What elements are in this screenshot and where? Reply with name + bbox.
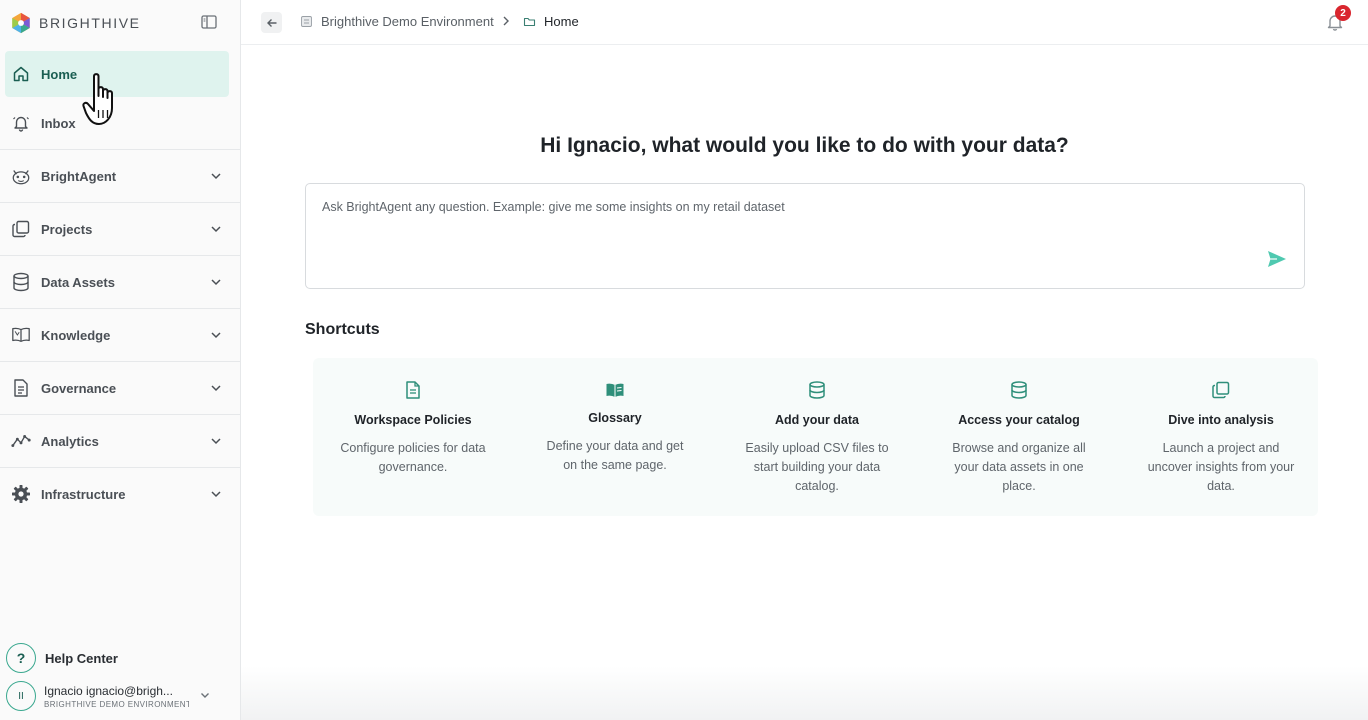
sidebar-item-label: Infrastructure xyxy=(41,486,126,502)
sidebar-divider xyxy=(0,255,240,256)
back-button[interactable] xyxy=(261,12,282,33)
chevron-down-icon xyxy=(211,226,221,233)
gear-icon xyxy=(11,484,31,504)
notification-count-badge: 2 xyxy=(1335,5,1351,21)
sidebar-divider xyxy=(0,308,240,309)
shortcut-description: Easily upload CSV files to start buildin… xyxy=(745,441,889,493)
workspace-icon xyxy=(301,16,312,27)
chevron-down-icon xyxy=(211,279,221,286)
prompt-placeholder: Ask BrightAgent any question. Example: g… xyxy=(322,200,785,214)
database-icon xyxy=(1011,381,1027,399)
sidebar-item-label: Data Assets xyxy=(41,274,115,290)
sidebar: BRIGHTHIVE Home Inbox BrightAgent Projec xyxy=(0,0,241,720)
open-book-icon xyxy=(606,383,624,397)
book-icon xyxy=(11,325,31,345)
sidebar-item-label: Knowledge xyxy=(41,327,111,343)
shortcut-title: Access your catalog xyxy=(958,413,1080,427)
shortcut-add-your-data[interactable]: Add your data Easily upload CSV files to… xyxy=(717,358,917,516)
database-icon xyxy=(11,272,31,292)
sidebar-item-projects[interactable]: Projects xyxy=(5,206,229,252)
bell-icon xyxy=(11,113,31,133)
analytics-icon xyxy=(11,431,31,451)
shortcut-dive-into-analysis[interactable]: Dive into analysis Launch a project and … xyxy=(1121,358,1321,516)
sidebar-item-inbox[interactable]: Inbox xyxy=(5,100,229,146)
shortcuts-heading: Shortcuts xyxy=(305,321,380,338)
folder-icon xyxy=(523,17,536,27)
breadcrumb-workspace[interactable]: Brighthive Demo Environment xyxy=(300,14,494,29)
projects-icon xyxy=(11,219,31,239)
brightagent-prompt-input[interactable]: Ask BrightAgent any question. Example: g… xyxy=(305,183,1305,289)
shortcut-title: Dive into analysis xyxy=(1168,413,1274,427)
chevron-down-icon xyxy=(211,438,221,445)
sidebar-item-label: BrightAgent xyxy=(41,168,117,184)
arrow-left-icon xyxy=(266,18,276,27)
database-icon xyxy=(809,381,825,399)
sidebar-item-brightagent[interactable]: BrightAgent xyxy=(5,153,229,199)
breadcrumb-label: Home xyxy=(544,14,579,29)
chevron-down-icon xyxy=(201,693,209,698)
user-org: BRIGHTHIVE DEMO ENVIRONMENT xyxy=(44,699,189,709)
home-icon xyxy=(11,64,31,84)
user-info: Ignacio ignacio@brigh... BRIGHTHIVE DEMO… xyxy=(44,684,189,709)
user-name: Ignacio ignacio@brigh... xyxy=(44,683,173,698)
help-center-link[interactable]: ? Help Center xyxy=(6,643,118,673)
sidebar-divider xyxy=(0,202,240,203)
shortcut-title: Workspace Policies xyxy=(354,413,472,427)
projects-icon xyxy=(1212,381,1230,399)
breadcrumb-home[interactable]: Home xyxy=(523,14,579,29)
shortcut-description: Configure policies for data governance. xyxy=(340,441,486,474)
sidebar-item-label: Governance xyxy=(41,380,117,396)
help-center-label: Help Center xyxy=(45,650,118,666)
sidebar-item-infrastructure[interactable]: Infrastructure xyxy=(5,471,229,517)
chevron-down-icon xyxy=(211,491,221,498)
help-icon: ? xyxy=(6,643,36,673)
send-icon[interactable] xyxy=(1266,248,1288,270)
shortcut-glossary[interactable]: Glossary Define your data and get on the… xyxy=(515,358,715,516)
agent-icon xyxy=(11,166,31,186)
document-icon xyxy=(11,378,31,398)
sidebar-divider xyxy=(0,467,240,468)
shortcut-description: Launch a project and uncover insights fr… xyxy=(1147,441,1295,493)
brand-name: BRIGHTHIVE xyxy=(39,15,141,31)
sidebar-item-label: Home xyxy=(41,66,78,82)
document-icon xyxy=(406,381,420,399)
shortcut-title: Glossary xyxy=(588,411,642,425)
sidebar-item-governance[interactable]: Governance xyxy=(5,365,229,411)
chevron-down-icon xyxy=(211,173,221,180)
chevron-right-icon xyxy=(503,16,509,26)
shortcut-workspace-policies[interactable]: Workspace Policies Configure policies fo… xyxy=(313,358,513,516)
sidebar-item-data-assets[interactable]: Data Assets xyxy=(5,259,229,305)
shortcut-description: Define your data and get on the same pag… xyxy=(546,439,684,472)
sidebar-divider xyxy=(0,414,240,415)
collapse-sidebar-icon[interactable] xyxy=(200,13,218,31)
chevron-down-icon xyxy=(211,385,221,392)
sidebar-item-analytics[interactable]: Analytics xyxy=(5,418,229,464)
chevron-down-icon xyxy=(211,332,221,339)
user-menu[interactable]: II Ignacio ignacio@brigh... BRIGHTHIVE D… xyxy=(6,680,211,712)
sidebar-divider xyxy=(0,361,240,362)
sidebar-divider xyxy=(0,149,240,150)
breadcrumb-label: Brighthive Demo Environment xyxy=(321,14,494,29)
topbar: Brighthive Demo Environment Home 2 xyxy=(241,0,1368,45)
avatar: II xyxy=(6,681,36,711)
shortcuts-list: Workspace Policies Configure policies fo… xyxy=(313,358,1318,516)
sidebar-item-home[interactable]: Home xyxy=(5,51,229,97)
sidebar-item-knowledge[interactable]: Knowledge xyxy=(5,312,229,358)
shortcut-access-your-catalog[interactable]: Access your catalog Browse and organize … xyxy=(919,358,1119,516)
sidebar-item-label: Analytics xyxy=(41,433,99,449)
sidebar-item-label: Projects xyxy=(41,221,93,237)
main-content: Hi Ignacio, what would you like to do wi… xyxy=(241,45,1368,720)
page-title: Hi Ignacio, what would you like to do wi… xyxy=(540,134,1069,157)
shortcut-title: Add your data xyxy=(774,413,860,427)
brand[interactable]: BRIGHTHIVE xyxy=(10,11,141,35)
sidebar-item-label: Inbox xyxy=(41,115,76,131)
brighthive-logo-icon xyxy=(12,12,30,34)
shortcut-description: Browse and organize all your data assets… xyxy=(952,441,1086,493)
